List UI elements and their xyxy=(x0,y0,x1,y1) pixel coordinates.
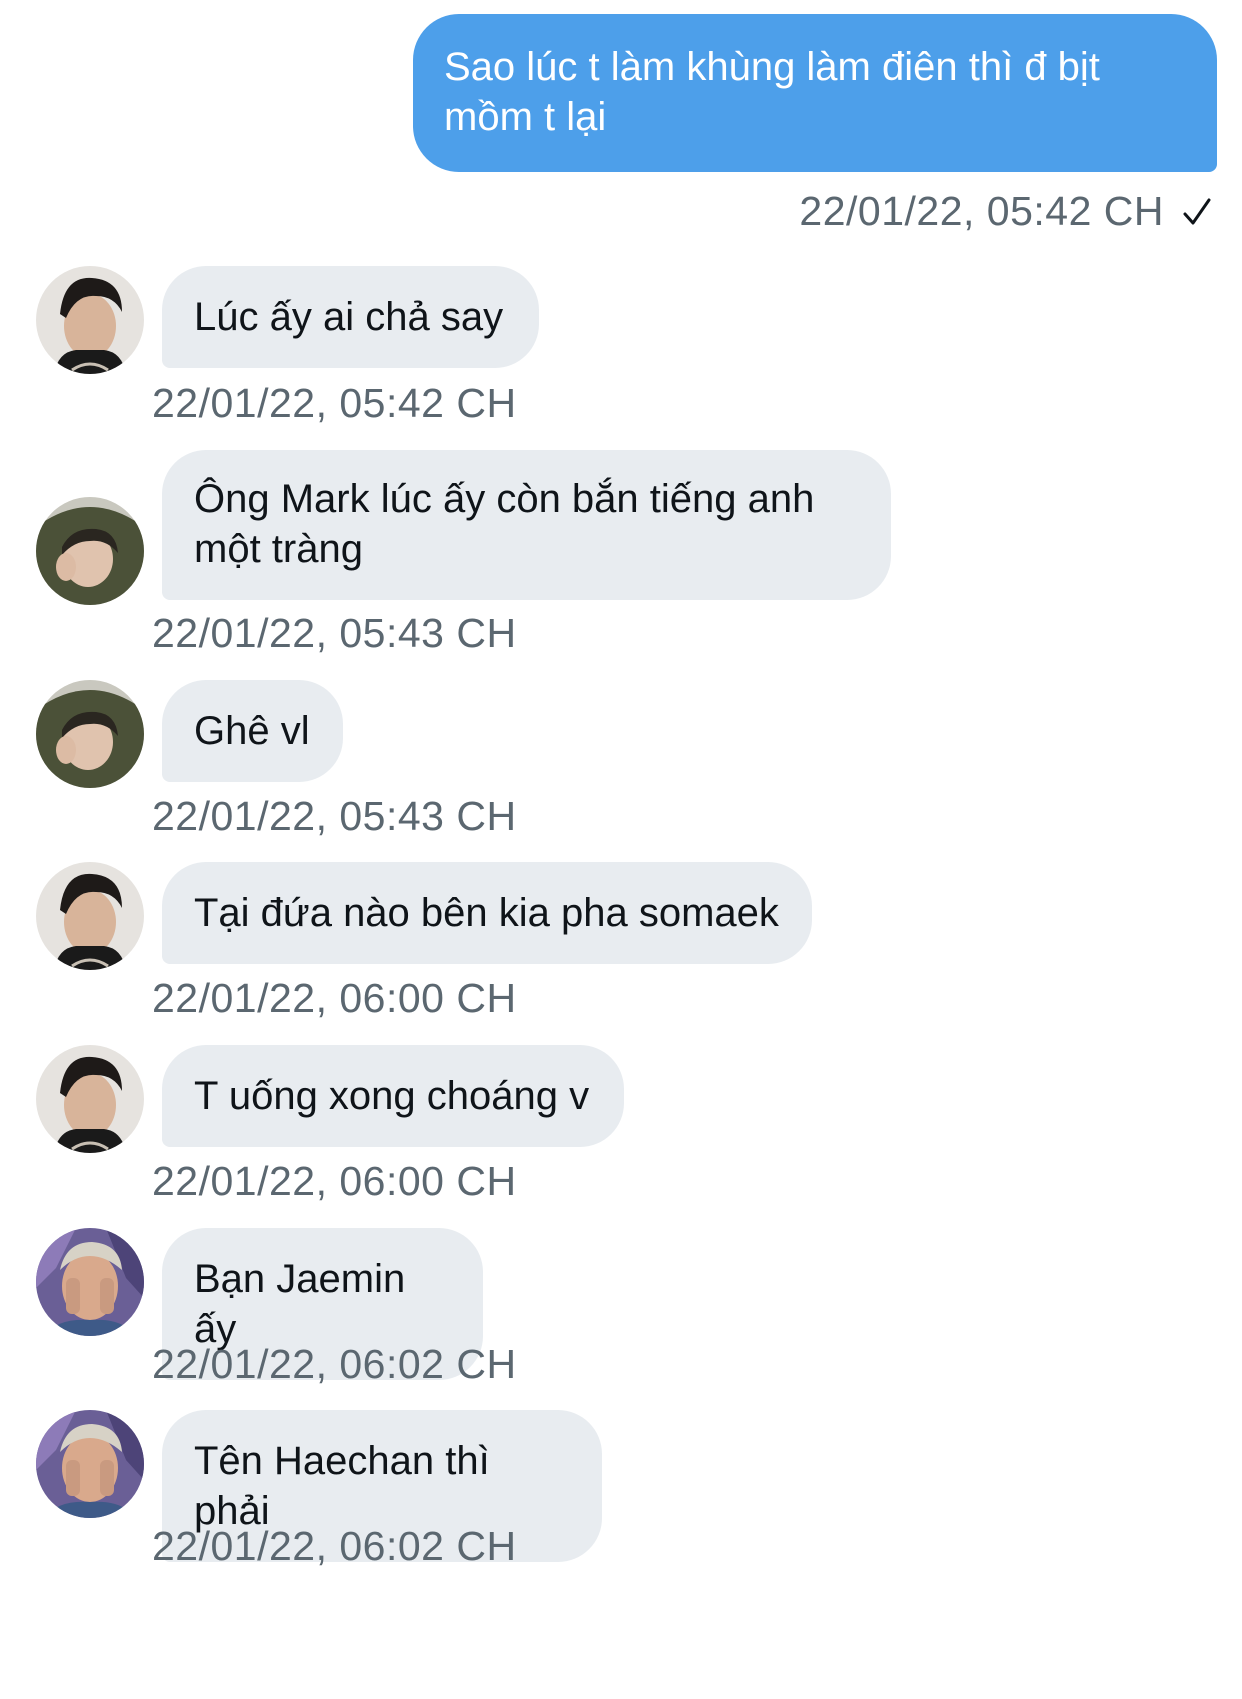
incoming-message-text: Ghê vl xyxy=(194,709,310,753)
avatar-c-icon xyxy=(36,1228,144,1336)
incoming-message-bubble[interactable]: Tại đứa nào bên kia pha somaek xyxy=(162,862,812,964)
incoming-message-text: T uống xong choáng v xyxy=(194,1074,590,1118)
incoming-message-bubble[interactable]: T uống xong choáng v xyxy=(162,1045,624,1147)
avatar[interactable] xyxy=(36,1410,144,1518)
outgoing-message-bubble[interactable]: Sao lúc t làm khùng làm điên thì đ bịt m… xyxy=(413,14,1217,172)
incoming-timestamp: 22/01/22, 06:02 CH xyxy=(152,1341,517,1387)
checkmark-icon xyxy=(1183,198,1211,224)
avatar[interactable] xyxy=(36,266,144,374)
incoming-message-text: Bạn Jaemin ấy xyxy=(194,1257,406,1351)
incoming-timestamp: 22/01/22, 05:42 CH xyxy=(152,380,517,426)
incoming-message-bubble[interactable]: Lúc ấy ai chả say xyxy=(162,266,539,368)
incoming-timestamp: 22/01/22, 05:43 CH xyxy=(152,610,517,656)
incoming-message-bubble[interactable]: Ông Mark lúc ấy còn bắn tiếng anh một tr… xyxy=(162,450,891,600)
incoming-message-text: Ông Mark lúc ấy còn bắn tiếng anh một tr… xyxy=(194,477,815,571)
avatar[interactable] xyxy=(36,497,144,605)
avatar[interactable] xyxy=(36,1045,144,1153)
incoming-timestamp: 22/01/22, 06:02 CH xyxy=(152,1523,517,1569)
avatar-a-icon xyxy=(36,266,144,374)
incoming-timestamp: 22/01/22, 06:00 CH xyxy=(152,1158,517,1204)
avatar-a-icon xyxy=(36,1045,144,1153)
avatar[interactable] xyxy=(36,1228,144,1336)
avatar-b-icon xyxy=(36,680,144,788)
outgoing-message-meta: 22/01/22, 05:42 CH xyxy=(799,188,1212,235)
incoming-message-bubble[interactable]: Ghê vl xyxy=(162,680,343,782)
incoming-message-text: Tên Haechan thì phải xyxy=(194,1439,490,1533)
avatar-a-icon xyxy=(36,862,144,970)
avatar-c-icon xyxy=(36,1410,144,1518)
incoming-message-text: Lúc ấy ai chả say xyxy=(194,295,504,339)
outgoing-timestamp: 22/01/22, 05:42 CH xyxy=(799,188,1164,234)
avatar-b-icon xyxy=(36,497,144,605)
incoming-timestamp: 22/01/22, 05:43 CH xyxy=(152,793,517,839)
avatar[interactable] xyxy=(36,862,144,970)
avatar[interactable] xyxy=(36,680,144,788)
incoming-timestamp: 22/01/22, 06:00 CH xyxy=(152,975,517,1021)
incoming-message-text: Tại đứa nào bên kia pha somaek xyxy=(194,891,779,935)
outgoing-message-text: Sao lúc t làm khùng làm điên thì đ bịt m… xyxy=(444,45,1100,139)
